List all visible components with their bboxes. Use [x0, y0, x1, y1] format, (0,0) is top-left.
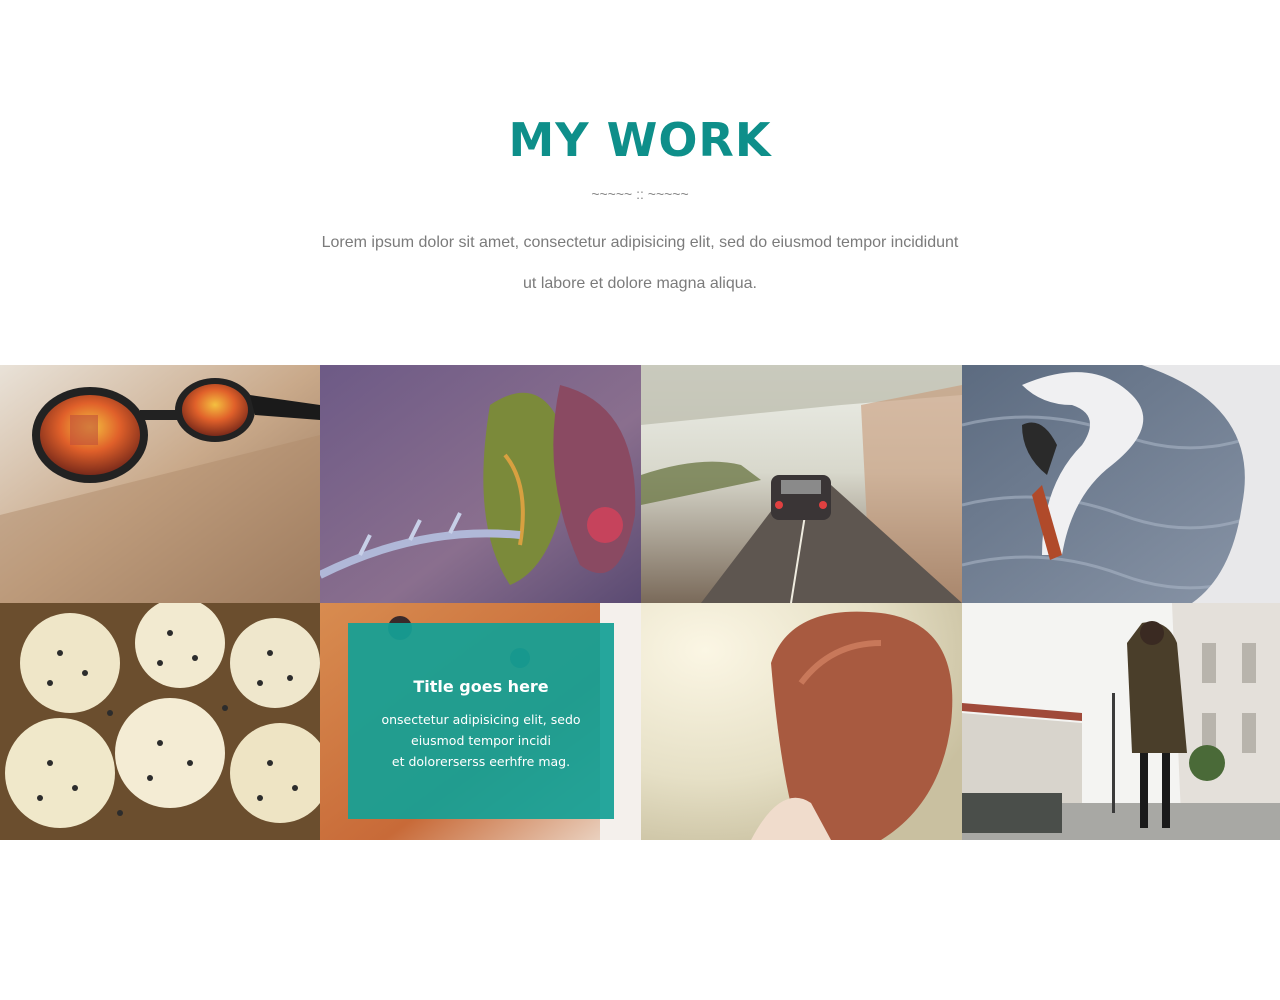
- portfolio-item-sunglasses[interactable]: [0, 365, 320, 603]
- bananas-photo: [0, 603, 320, 840]
- intro-line-1: Lorem ipsum dolor sit amet, consectetur …: [321, 234, 959, 251]
- section-title: MY WORK: [508, 113, 772, 167]
- portfolio-item-title: Title goes here: [413, 677, 549, 696]
- sunglasses-photo: [0, 365, 320, 603]
- car-photo: [641, 365, 962, 603]
- section-intro: Lorem ipsum dolor sit amet, consectetur …: [290, 222, 990, 304]
- portfolio-item-leaves[interactable]: [320, 365, 641, 603]
- portfolio-item-caption-line-2: eiusmod tempor incidi: [411, 733, 551, 748]
- portfolio-item-caption-line-1: onsectetur adipisicing elit, sedo: [381, 712, 581, 727]
- section-divider: ~~~~~ :: ~~~~~: [591, 186, 689, 202]
- swan-photo: [962, 365, 1280, 603]
- portfolio-grid: Title goes here onsectetur adipisicing e…: [0, 365, 1280, 840]
- portfolio-item-bananas[interactable]: [0, 603, 320, 840]
- portfolio-item-hair[interactable]: [641, 603, 962, 840]
- leaves-photo: [320, 365, 641, 603]
- portfolio-item-dog[interactable]: Title goes here onsectetur adipisicing e…: [320, 603, 641, 840]
- intro-line-2: ut labore et dolore magna aliqua.: [523, 275, 757, 292]
- portfolio-item-hover-overlay[interactable]: Title goes here onsectetur adipisicing e…: [348, 623, 614, 819]
- hair-photo: [641, 603, 962, 840]
- portfolio-item-swan[interactable]: [962, 365, 1280, 603]
- street-photo: [962, 603, 1280, 840]
- portfolio-item-caption-line-3: et dolorerserss eerhfre mag.: [391, 754, 571, 769]
- portfolio-item-car[interactable]: [641, 365, 962, 603]
- portfolio-item-street[interactable]: [962, 603, 1280, 840]
